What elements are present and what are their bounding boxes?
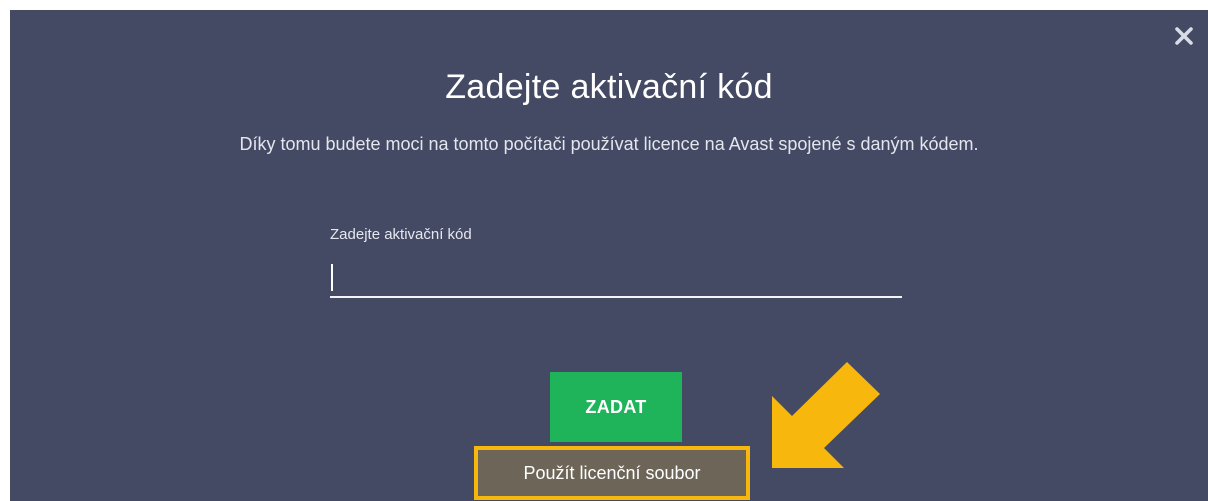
activation-dialog: Zadejte aktivační kód Díky tomu budete m… <box>10 10 1208 501</box>
submit-button[interactable]: ZADAT <box>550 372 682 442</box>
dialog-subtitle: Díky tomu budete moci na tomto počítači … <box>239 134 979 154</box>
use-license-file-label: Použít licenční soubor <box>523 462 701 483</box>
close-button[interactable] <box>1172 24 1196 48</box>
arrow-icon <box>772 362 880 468</box>
activation-code-label: Zadejte aktivační kód <box>330 226 472 243</box>
activation-code-input[interactable] <box>330 256 902 298</box>
close-icon <box>1175 27 1193 45</box>
text-caret <box>331 264 333 291</box>
dialog-title: Zadejte aktivační kód <box>445 68 773 106</box>
use-license-file-button[interactable]: Použít licenční soubor <box>474 446 750 500</box>
